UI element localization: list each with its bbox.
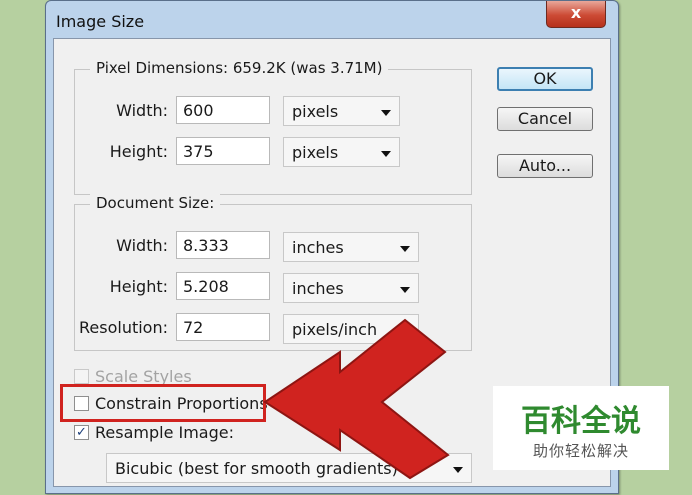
watermark-subtitle: 助你轻松解决 <box>532 442 629 460</box>
watermark-title: 百科全说 <box>521 404 641 439</box>
watermark-logo: 百科全说 助你轻松解决 <box>493 386 669 470</box>
